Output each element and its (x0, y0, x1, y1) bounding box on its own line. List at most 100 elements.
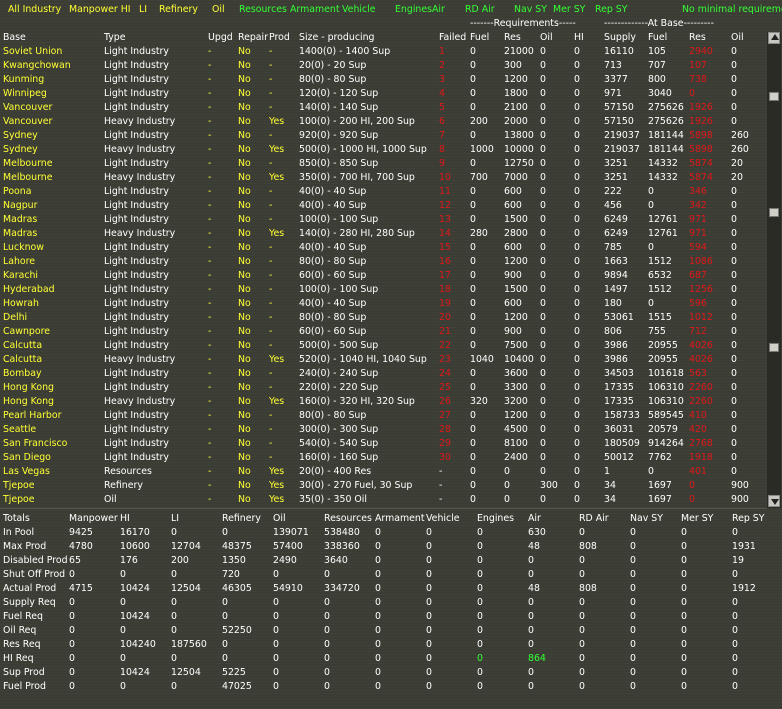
column-header-upgd[interactable]: Upgd (208, 31, 233, 45)
table-row[interactable]: Madras Light Industry - No - 100(0) - 100 Sup… (0, 213, 767, 227)
table-row[interactable]: Soviet Union Light Industry - No - 1400(0) - … (0, 45, 767, 59)
table-row[interactable]: Calcutta Heavy Industry - No Yes 520(0) - 104… (0, 353, 767, 367)
column-header-req-oil[interactable]: Oil (540, 31, 553, 45)
filter-tab-no-minimal-requirement[interactable]: No minimal requirement (682, 3, 782, 17)
cell-base[interactable]: Poona (3, 185, 31, 199)
cell-base[interactable]: Tjepoe (3, 479, 35, 493)
table-row[interactable]: Lahore Light Industry - No - 80(0) - 80 Sup 16… (0, 255, 767, 269)
cell-base[interactable]: Tjepoe (3, 493, 35, 507)
cell-base[interactable]: Karachi (3, 269, 38, 283)
table-row[interactable]: Cawnpore Light Industry - No - 60(0) - 60 Sup… (0, 325, 767, 339)
cell-base[interactable]: Hong Kong (3, 381, 54, 395)
filter-tab-manpower-hi[interactable]: Manpower HI (69, 3, 131, 17)
table-row[interactable]: Poona Light Industry - No - 40(0) - 40 Sup 11 0… (0, 185, 767, 199)
cell-base[interactable]: Seattle (3, 423, 36, 437)
cell-base[interactable]: Sydney (3, 129, 38, 143)
cell-base[interactable]: Vancouver (3, 101, 52, 115)
cell-base[interactable]: Madras (3, 227, 37, 241)
filter-tab-armament[interactable]: Armament (290, 3, 340, 17)
filter-tab-rd-air[interactable]: RD Air (465, 3, 495, 17)
filter-tab-nav-sy[interactable]: Nav SY (514, 3, 547, 17)
filter-tab-mer-sy[interactable]: Mer SY (553, 3, 585, 17)
table-row[interactable]: Nagpur Light Industry - No - 40(0) - 40 Sup 12… (0, 199, 767, 213)
cell-base[interactable]: Sydney (3, 143, 38, 157)
column-header-atbase-fuel[interactable]: Fuel (648, 31, 667, 45)
column-header-type[interactable]: Type (104, 31, 126, 45)
cell-base[interactable]: Hyderabad (3, 283, 55, 297)
table-row[interactable]: Sydney Heavy Industry - No Yes 500(0) - 1000 … (0, 143, 767, 157)
cell-base[interactable]: Bombay (3, 367, 42, 381)
table-row[interactable]: San Diego Light Industry - No - 160(0) - 160 … (0, 451, 767, 465)
table-row[interactable]: Madras Heavy Industry - No Yes 140(0) - 280 H… (0, 227, 767, 241)
table-row[interactable]: Lucknow Light Industry - No - 40(0) - 40 Sup 1… (0, 241, 767, 255)
filter-tab-rep-sy[interactable]: Rep SY (595, 3, 627, 17)
filter-tab-oil[interactable]: Oil (212, 3, 225, 17)
cell-base[interactable]: Lucknow (3, 241, 44, 255)
cell-base[interactable]: Kwangchowan (3, 59, 71, 73)
column-header-req-res[interactable]: Res (504, 31, 521, 45)
column-header-atbase-oil[interactable]: Oil (731, 31, 744, 45)
table-row[interactable]: Calcutta Light Industry - No - 500(0) - 500 S… (0, 339, 767, 353)
column-header-req-hi[interactable]: HI (574, 31, 584, 45)
scroll-down-button[interactable] (768, 495, 780, 507)
vertical-scrollbar[interactable] (767, 32, 781, 508)
table-row[interactable]: Las Vegas Resources - No Yes 20(0) - 400 Res -… (0, 465, 767, 479)
table-row[interactable]: San Francisco Light Industry - No - 540(0) - … (0, 437, 767, 451)
table-row[interactable]: Delhi Light Industry - No - 80(0) - 80 Sup 20 0… (0, 311, 767, 325)
table-row[interactable]: Vancouver Heavy Industry - No Yes 100(0) - 20… (0, 115, 767, 129)
column-header-atbase-res[interactable]: Res (689, 31, 706, 45)
table-row[interactable]: Howrah Light Industry - No - 40(0) - 40 Sup 19… (0, 297, 767, 311)
scroll-up-button[interactable] (768, 32, 780, 44)
column-header-atbase-supply[interactable]: Supply (604, 31, 636, 45)
filter-tab-vehicle[interactable]: Vehicle (342, 3, 376, 17)
cell-base[interactable]: Las Vegas (3, 465, 50, 479)
cell-base[interactable]: San Francisco (3, 437, 67, 451)
column-header-req-fuel[interactable]: Fuel (470, 31, 489, 45)
table-row[interactable]: Pearl Harbor Light Industry - No - 80(0) - 80… (0, 409, 767, 423)
table-row[interactable]: Karachi Light Industry - No - 60(0) - 60 Sup 1… (0, 269, 767, 283)
filter-tab-li[interactable]: LI (139, 3, 147, 17)
filter-tab-refinery[interactable]: Refinery (159, 3, 198, 17)
column-header-repair[interactable]: Repair (238, 31, 268, 45)
cell-base[interactable]: Delhi (3, 311, 27, 325)
filter-tab-air[interactable]: Air (432, 3, 445, 17)
table-row[interactable]: Sydney Light Industry - No - 920(0) - 920 Sup… (0, 129, 767, 143)
filter-tab-resources[interactable]: Resources (239, 3, 287, 17)
table-row[interactable]: Vancouver Light Industry - No - 140(0) - 140 … (0, 101, 767, 115)
table-row[interactable]: Bombay Light Industry - No - 240(0) - 240 Sup… (0, 367, 767, 381)
table-row[interactable]: Seattle Light Industry - No - 300(0) - 300 Su… (0, 423, 767, 437)
table-row[interactable]: Hong Kong Light Industry - No - 220(0) - 220 … (0, 381, 767, 395)
cell-base[interactable]: Howrah (3, 297, 39, 311)
cell-base[interactable]: Cawnpore (3, 325, 50, 339)
cell-base[interactable]: Melbourne (3, 171, 53, 185)
column-header-base[interactable]: Base (3, 31, 26, 45)
column-header-size-producing[interactable]: Size - producing (299, 31, 374, 45)
table-row[interactable]: Melbourne Heavy Industry - No Yes 350(0) - 70… (0, 171, 767, 185)
table-row[interactable]: Hyderabad Light Industry - No - 100(0) - 100 … (0, 283, 767, 297)
table-row[interactable]: Kwangchowan Light Industry - No - 20(0) - 20 … (0, 59, 767, 73)
column-header-prod[interactable]: Prod (269, 31, 290, 45)
filter-tab-engines[interactable]: Engines (395, 3, 432, 17)
cell-base[interactable]: Nagpur (3, 199, 37, 213)
cell-base[interactable]: Soviet Union (3, 45, 62, 59)
cell-base[interactable]: Vancouver (3, 115, 52, 129)
table-row[interactable]: Kunming Light Industry - No - 80(0) - 80 Sup 3… (0, 73, 767, 87)
cell-base[interactable]: Winnipeg (3, 87, 47, 101)
table-row[interactable]: Tjepoe Oil - No Yes 35(0) - 350 Oil - 0 0 0 0 34 169… (0, 493, 767, 507)
cell-base[interactable]: Madras (3, 213, 37, 227)
scroll-thumb[interactable] (769, 343, 779, 352)
table-row[interactable]: Hong Kong Heavy Industry - No Yes 160(0) - 32… (0, 395, 767, 409)
cell-base[interactable]: San Diego (3, 451, 51, 465)
cell-base[interactable]: Hong Kong (3, 395, 54, 409)
column-header-failed[interactable]: Failed (439, 31, 466, 45)
scroll-thumb[interactable] (769, 208, 779, 217)
cell-base[interactable]: Lahore (3, 255, 35, 269)
cell-base[interactable]: Melbourne (3, 157, 53, 171)
table-row[interactable]: Tjepoe Refinery - No Yes 30(0) - 270 Fuel, 30… (0, 479, 767, 493)
filter-tab-all-industry[interactable]: All Industry (8, 3, 61, 17)
table-row[interactable]: Winnipeg Light Industry - No - 120(0) - 120 S… (0, 87, 767, 101)
cell-base[interactable]: Pearl Harbor (3, 409, 61, 423)
cell-base[interactable]: Kunming (3, 73, 44, 87)
scroll-thumb[interactable] (769, 92, 779, 101)
cell-base[interactable]: Calcutta (3, 353, 42, 367)
